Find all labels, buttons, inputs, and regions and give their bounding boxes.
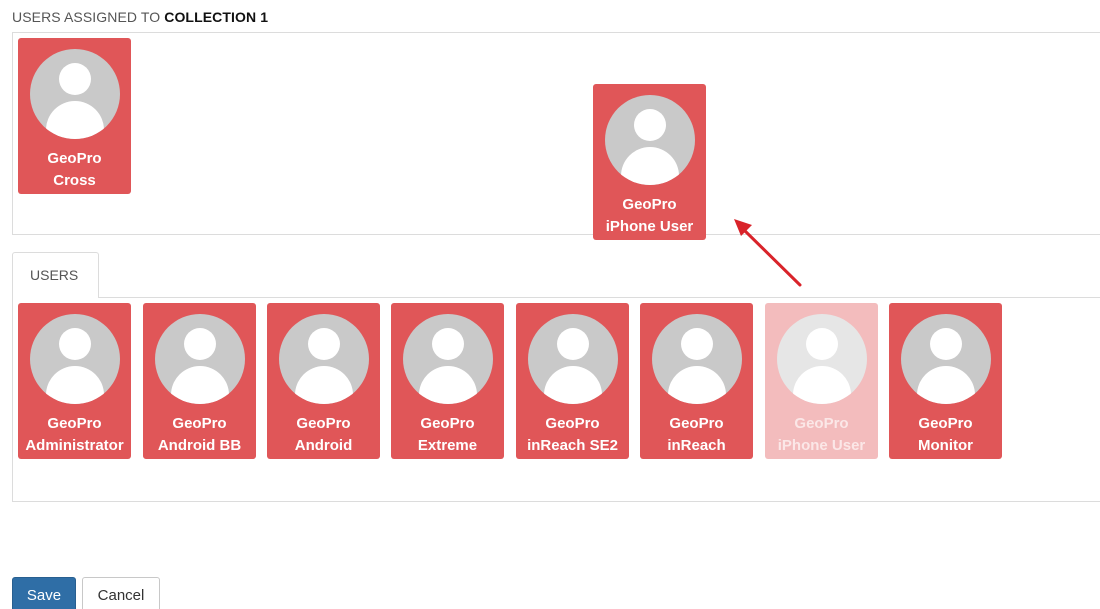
user-card-name: GeoPro Android BB (157, 415, 242, 454)
user-avatar-icon (30, 314, 120, 404)
save-button[interactable]: Save (12, 577, 76, 609)
user-card-name: GeoPro Administrator (25, 415, 124, 454)
tab-users[interactable]: USERS (12, 252, 99, 298)
user-card-monitor[interactable]: GeoPro Monitor (889, 303, 1002, 459)
user-avatar-icon (901, 314, 991, 404)
user-avatar-icon (403, 314, 493, 404)
user-avatar-icon (279, 314, 369, 404)
user-card-name: GeoPro Extreme (417, 415, 478, 454)
user-card-name: GeoPro inReach SE2 (527, 415, 618, 454)
user-card-name: GeoPro inReach (667, 415, 726, 454)
user-card-android[interactable]: GeoPro Android (267, 303, 380, 459)
user-card-extreme[interactable]: GeoPro Extreme (391, 303, 504, 459)
user-card-iphone-user-placeholder[interactable]: GeoPro iPhone User (765, 303, 878, 459)
user-card-name: GeoPro Monitor (918, 415, 973, 454)
user-card-name: GeoPro iPhone User (777, 415, 866, 454)
user-card-inreach-se2[interactable]: GeoPro inReach SE2 (516, 303, 629, 459)
user-card-inreach[interactable]: GeoPro inReach (640, 303, 753, 459)
user-card-android-bb[interactable]: GeoPro Android BB (143, 303, 256, 459)
user-card-administrator[interactable]: GeoPro Administrator (18, 303, 131, 459)
user-avatar-icon (155, 314, 245, 404)
cancel-button[interactable]: Cancel (82, 577, 160, 609)
user-avatar-icon (652, 314, 742, 404)
user-avatar-icon (528, 314, 618, 404)
user-card-name: GeoPro Android (294, 415, 353, 454)
user-avatar-icon (777, 314, 867, 404)
